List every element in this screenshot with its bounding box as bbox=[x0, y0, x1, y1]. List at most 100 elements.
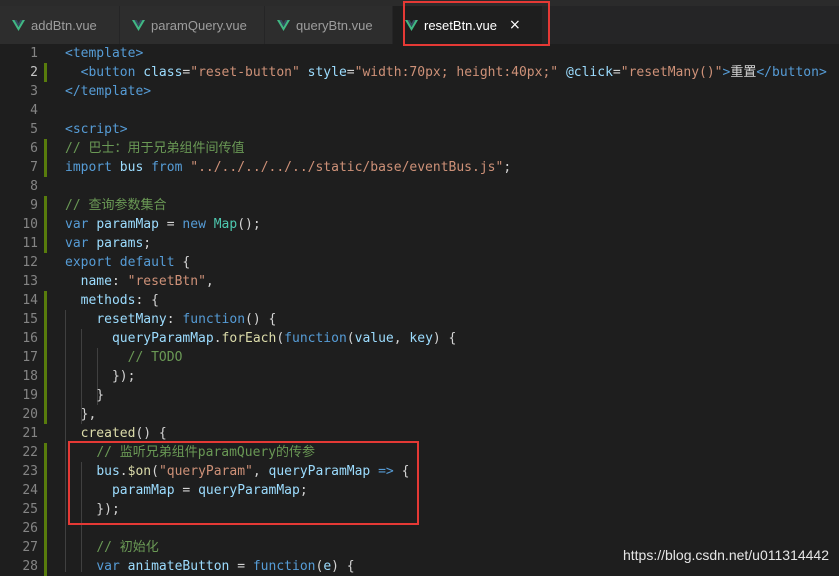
code-token: . bbox=[119, 464, 128, 479]
code-line[interactable]: 5 <script> bbox=[0, 120, 839, 139]
code-line[interactable]: 10 var paramMap = new Map(); bbox=[0, 215, 839, 234]
code-token: // 巴士：用于兄弟组件间传值 bbox=[65, 141, 245, 156]
git-modified-marker bbox=[44, 557, 47, 576]
code-token: $on bbox=[127, 464, 152, 479]
code-token: e bbox=[323, 559, 332, 574]
code-text: var paramMap = new Map(); bbox=[65, 215, 261, 234]
code-token: : { bbox=[135, 293, 159, 308]
code-text: }, bbox=[65, 405, 97, 424]
close-icon[interactable]: × bbox=[509, 17, 521, 33]
code-token: var bbox=[65, 217, 89, 232]
tab-resetbtn-vue[interactable]: resetBtn.vue × bbox=[393, 6, 543, 44]
code-token: // 查询参数集合 bbox=[65, 198, 167, 213]
code-line[interactable]: 1 <template> bbox=[0, 44, 839, 63]
code-token: bus bbox=[119, 160, 144, 175]
line-number: 14 bbox=[22, 293, 38, 308]
code-token: ) { bbox=[331, 559, 355, 574]
code-line[interactable]: 7 import bus from "../../../../../static/… bbox=[0, 158, 839, 177]
vue-icon bbox=[132, 19, 145, 31]
git-modified-marker bbox=[44, 538, 47, 557]
code-line[interactable]: 9 // 查询参数集合 bbox=[0, 196, 839, 215]
tab-addbtn-vue[interactable]: addBtn.vue bbox=[0, 6, 120, 44]
code-line[interactable]: 20 }, bbox=[0, 405, 839, 424]
code-line[interactable]: 21 created() { bbox=[0, 424, 839, 443]
code-token: "width:70px; height:40px;" bbox=[354, 65, 559, 80]
code-token: ; bbox=[503, 160, 512, 175]
code-line[interactable]: 25 }); bbox=[0, 500, 839, 519]
code-line[interactable]: 15 resetMany: function() { bbox=[0, 310, 839, 329]
code-token: = bbox=[174, 483, 199, 498]
git-modified-marker bbox=[44, 367, 47, 386]
code-token: methods bbox=[80, 293, 136, 308]
code-token: @click bbox=[565, 65, 613, 80]
code-text: var params; bbox=[65, 234, 151, 253]
git-modified-marker bbox=[44, 443, 47, 462]
git-modified-marker bbox=[44, 500, 47, 519]
git-modified-marker bbox=[44, 329, 47, 348]
code-token: // 初始化 bbox=[96, 540, 159, 555]
code-token: "../../../../../static/base/eventBus.js" bbox=[190, 160, 504, 175]
code-text: paramMap = queryParamMap; bbox=[65, 481, 308, 500]
code-line[interactable]: 23 bus.$on("queryParam", queryParamMap =… bbox=[0, 462, 839, 481]
tab-querybtn-vue[interactable]: queryBtn.vue bbox=[265, 6, 393, 44]
code-line[interactable]: 22 // 监听兄弟组件paramQuery的传参 bbox=[0, 443, 839, 462]
code-line[interactable]: 2 <button class="reset-button" style="wi… bbox=[0, 63, 839, 82]
code-text: // 初始化 bbox=[65, 538, 159, 557]
tab-label: resetBtn.vue bbox=[424, 17, 497, 33]
git-modified-marker bbox=[44, 234, 47, 253]
code-line[interactable]: 16 queryParamMap.forEach(function(value,… bbox=[0, 329, 839, 348]
code-token: import bbox=[65, 160, 112, 175]
code-token: function bbox=[182, 312, 246, 327]
code-line[interactable]: 3 </template> bbox=[0, 82, 839, 101]
tab-paramquery-vue[interactable]: paramQuery.vue bbox=[120, 6, 265, 44]
code-token: }, bbox=[65, 407, 97, 422]
line-number: 15 bbox=[22, 312, 38, 327]
code-line[interactable]: 24 paramMap = queryParamMap; bbox=[0, 481, 839, 500]
code-line[interactable]: 11 var params; bbox=[0, 234, 839, 253]
code-text: // 查询参数集合 bbox=[65, 196, 166, 215]
git-modified-marker bbox=[44, 215, 47, 234]
code-token: export bbox=[65, 255, 112, 270]
code-line[interactable]: 17 // TODO bbox=[0, 348, 839, 367]
git-modified-marker bbox=[44, 348, 47, 367]
code-token: ( bbox=[346, 331, 355, 346]
git-modified-marker bbox=[44, 462, 47, 481]
vue-icon bbox=[277, 19, 290, 31]
code-line[interactable]: 19 } bbox=[0, 386, 839, 405]
watermark-url: https://blog.csdn.net/u011314442 bbox=[622, 547, 829, 563]
code-line[interactable]: 13 name: "resetBtn", bbox=[0, 272, 839, 291]
git-modified-marker bbox=[44, 139, 47, 158]
code-token: paramMap bbox=[111, 483, 175, 498]
code-text: // 监听兄弟组件paramQuery的传参 bbox=[65, 443, 315, 462]
code-token: resetMany bbox=[96, 312, 167, 327]
code-line[interactable]: 26 bbox=[0, 519, 839, 538]
code-line[interactable]: 8 bbox=[0, 177, 839, 196]
code-editor[interactable]: 1 <template> 2 <button class = "reset-button… bbox=[0, 44, 839, 576]
git-modified-marker bbox=[44, 291, 47, 310]
code-line[interactable]: 18 }); bbox=[0, 367, 839, 386]
code-text: export default { bbox=[65, 253, 190, 272]
code-text: <script> bbox=[65, 120, 128, 139]
code-token: </template> bbox=[65, 84, 152, 99]
code-token: forEach bbox=[221, 331, 277, 346]
code-line[interactable]: 12 export default { bbox=[0, 253, 839, 272]
code-token: ; bbox=[143, 236, 152, 251]
code-line[interactable]: 14 methods: { bbox=[0, 291, 839, 310]
code-token: 重置 bbox=[730, 65, 757, 80]
line-number: 10 bbox=[22, 217, 38, 232]
code-token: // TODO bbox=[127, 350, 183, 365]
tab-label: queryBtn.vue bbox=[296, 17, 373, 33]
tab-label: addBtn.vue bbox=[31, 17, 97, 33]
code-line[interactable]: 4 bbox=[0, 101, 839, 120]
code-line[interactable]: 6 // 巴士：用于兄弟组件间传值 bbox=[0, 139, 839, 158]
code-text: // 巴士：用于兄弟组件间传值 bbox=[65, 139, 244, 158]
line-number: 17 bbox=[22, 350, 38, 365]
code-token: ( bbox=[151, 464, 159, 479]
code-token: = bbox=[229, 559, 253, 574]
